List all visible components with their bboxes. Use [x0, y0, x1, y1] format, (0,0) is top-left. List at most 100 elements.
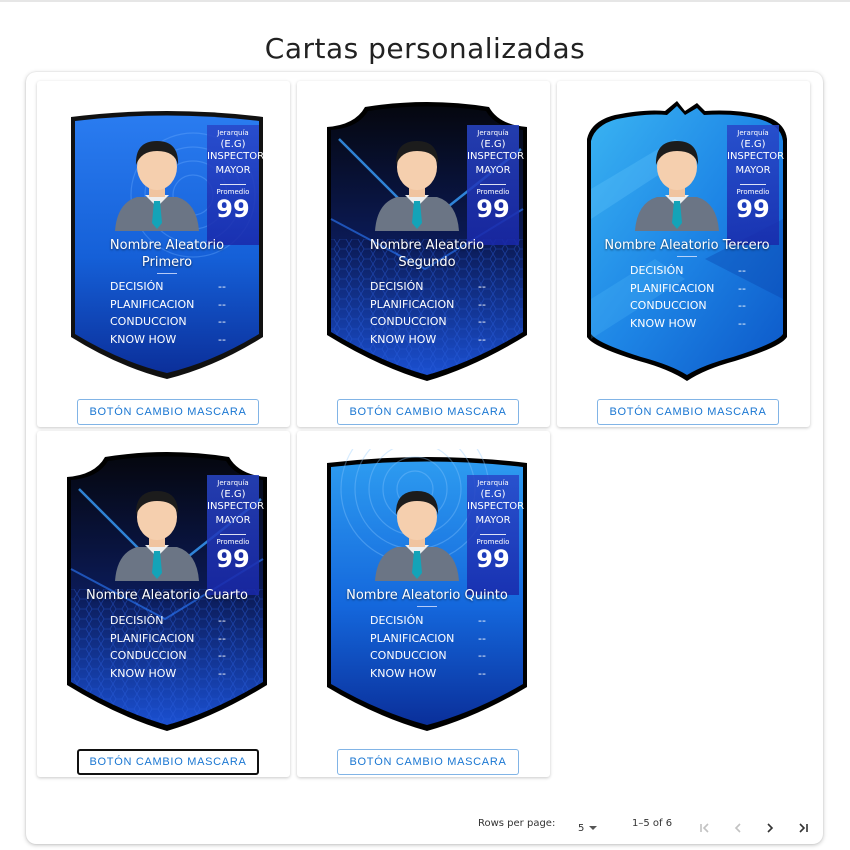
average-value: 99	[216, 195, 250, 223]
stats-list: DECISIÓN -- PLANIFICACION -- CONDUCCION -- …	[630, 262, 760, 332]
first-page-icon[interactable]	[697, 820, 713, 836]
stat-value: --	[478, 297, 486, 311]
player-name: Nombre Aleatorio Quinto	[325, 587, 529, 604]
rank-label: Jerarquía	[477, 129, 509, 137]
stat-label: PLANIFICACION	[110, 631, 195, 645]
stat-label: KNOW HOW	[370, 332, 437, 346]
stat-label: CONDUCCION	[110, 649, 187, 662]
player-name-line-1: Nombre Aleatorio	[109, 238, 225, 253]
stat-value: --	[478, 666, 486, 680]
stat-label: CONDUCCION	[630, 299, 707, 312]
stat-label: DECISIÓN	[630, 264, 684, 277]
stat-label: PLANIFICACION	[370, 631, 455, 645]
stat-value: --	[478, 631, 486, 645]
player-name: Nombre Aleatorio Primero	[65, 237, 269, 271]
stat-label: DECISIÓN	[110, 280, 164, 293]
stat-label: DECISIÓN	[110, 614, 164, 627]
card-tile: Jerarquía (E.G) INSPECTOR MAYOR Promedio…	[297, 431, 550, 777]
stat-value: --	[218, 297, 226, 311]
stat-row: PLANIFICACION --	[110, 296, 240, 314]
stat-value: --	[738, 316, 746, 330]
change-mask-button[interactable]: BOTÓN CAMBIO MASCARA	[337, 749, 519, 775]
player-card: Jerarquía (E.G) INSPECTOR MAYOR Promedio…	[325, 449, 529, 731]
stat-value: --	[218, 649, 226, 662]
name-divider	[157, 273, 177, 274]
change-mask-button[interactable]: BOTÓN CAMBIO MASCARA	[337, 399, 519, 425]
rank-title-2: MAYOR	[215, 515, 251, 526]
player-name-line-1: Nombre Aleatorio Cuarto	[85, 588, 249, 603]
change-mask-button[interactable]: BOTÓN CAMBIO MASCARA	[77, 399, 259, 425]
rank-box: Jerarquía (E.G) INSPECTOR MAYOR Promedio…	[207, 475, 265, 595]
player-card: Jerarquía (E.G) INSPECTOR MAYOR Promedio…	[65, 99, 269, 381]
next-page-icon[interactable]	[762, 820, 778, 836]
player-name-line-1: Nombre Aleatorio Tercero	[604, 238, 770, 253]
avatar	[115, 491, 199, 581]
stat-value: --	[218, 666, 226, 680]
stat-row: DECISIÓN --	[370, 278, 500, 296]
rank-box: Jerarquía (E.G) INSPECTOR MAYOR Promedio…	[207, 125, 264, 245]
rank-abbr: (E.G)	[220, 489, 246, 500]
average-value: 99	[216, 545, 250, 573]
avatar	[115, 141, 199, 231]
rank-box: Jerarquía (E.G) INSPECTOR MAYOR Promedio…	[467, 475, 525, 595]
name-divider	[417, 606, 437, 607]
card-tile: Jerarquía (E.G) INSPECTOR MAYOR Promedio…	[297, 81, 550, 427]
stat-row: PLANIFICACION --	[370, 630, 500, 648]
rank-box: Jerarquía (E.G) INSPECTOR MAYOR Promedio…	[467, 125, 524, 245]
stat-value: --	[738, 264, 746, 277]
pagination-range: 1–5 of 6	[632, 818, 673, 829]
stat-label: CONDUCCION	[370, 649, 447, 662]
rank-abbr: (E.G)	[740, 139, 766, 150]
stat-label: KNOW HOW	[370, 666, 437, 680]
rank-abbr: (E.G)	[480, 489, 506, 500]
stat-row: PLANIFICACION --	[110, 630, 240, 648]
average-value: 99	[476, 545, 510, 573]
player-name: Nombre Aleatorio Cuarto	[65, 587, 269, 604]
stat-value: --	[218, 332, 226, 346]
stat-row: CONDUCCION --	[110, 313, 240, 331]
rows-per-page-label: Rows per page:	[478, 818, 556, 829]
player-name-line-2: Segundo	[398, 255, 456, 270]
page-title: Cartas personalizadas	[264, 32, 586, 65]
previous-page-icon[interactable]	[730, 820, 746, 836]
rank-divider	[480, 534, 506, 535]
player-name-line-2: Primero	[141, 255, 193, 270]
stat-label: CONDUCCION	[370, 315, 447, 328]
stats-list: DECISIÓN -- PLANIFICACION -- CONDUCCION -- …	[370, 278, 500, 348]
stats-list: DECISIÓN -- PLANIFICACION -- CONDUCCION -- …	[110, 278, 240, 348]
rank-title: INSPECTOR	[467, 501, 525, 512]
stat-row: CONDUCCION --	[370, 647, 500, 665]
stats-list: DECISIÓN -- PLANIFICACION -- CONDUCCION -- …	[370, 612, 500, 682]
stat-label: DECISIÓN	[370, 280, 424, 293]
stat-value: --	[478, 280, 486, 293]
stat-label: KNOW HOW	[110, 666, 177, 680]
stat-row: CONDUCCION --	[110, 647, 240, 665]
rank-abbr: (E.G)	[480, 139, 506, 150]
rank-divider	[220, 184, 246, 185]
change-mask-button[interactable]: BOTÓN CAMBIO MASCARA	[597, 399, 779, 425]
rank-label: Jerarquía	[217, 129, 249, 137]
rank-divider	[480, 184, 506, 185]
rows-per-page-select[interactable]: 5	[578, 818, 598, 838]
change-mask-button[interactable]: BOTÓN CAMBIO MASCARA	[77, 749, 259, 775]
player-name: Nombre Aleatorio Segundo	[325, 237, 529, 271]
player-card: Jerarquía (E.G) INSPECTOR MAYOR Promedio…	[585, 99, 789, 381]
player-card: Jerarquía (E.G) INSPECTOR MAYOR Promedio…	[65, 449, 269, 731]
card-tile: Jerarquía (E.G) INSPECTOR MAYOR Promedio…	[37, 431, 290, 777]
average-value: 99	[476, 195, 510, 223]
rank-box: Jerarquía (E.G) INSPECTOR MAYOR Promedio…	[727, 125, 784, 245]
rank-divider	[220, 534, 246, 535]
stat-row: DECISIÓN --	[110, 612, 240, 630]
cards-grid: Jerarquía (E.G) INSPECTOR MAYOR Promedio…	[37, 81, 811, 777]
stat-row: KNOW HOW --	[370, 665, 500, 683]
avatar	[635, 141, 719, 231]
top-divider	[0, 0, 850, 2]
stat-value: --	[478, 649, 486, 662]
last-page-icon[interactable]	[795, 820, 811, 836]
stat-row: DECISIÓN --	[110, 278, 240, 296]
stat-row: PLANIFICACION --	[630, 280, 760, 298]
stat-row: PLANIFICACION --	[370, 296, 500, 314]
rank-title: INSPECTOR	[207, 501, 265, 512]
stat-row: KNOW HOW --	[370, 331, 500, 349]
stat-value: --	[218, 315, 226, 328]
